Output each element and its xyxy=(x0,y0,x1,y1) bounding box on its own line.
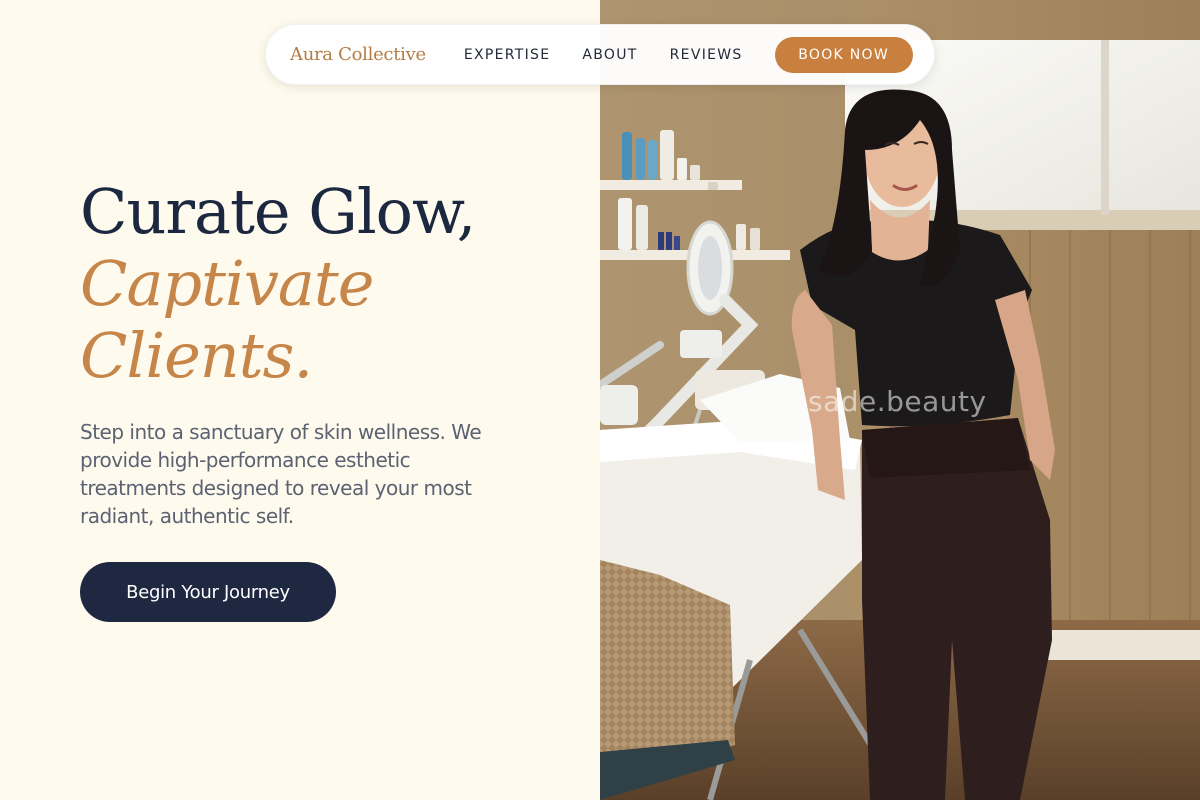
book-now-button[interactable]: BOOK NOW xyxy=(774,36,913,73)
headline-line-2: Captivate xyxy=(80,247,374,320)
nav-link-reviews[interactable]: REVIEWS xyxy=(670,47,743,63)
headline-line-1: Curate Glow, xyxy=(80,175,476,248)
begin-journey-button[interactable]: Begin Your Journey xyxy=(80,562,336,622)
headline-line-3: Clients. xyxy=(80,319,313,392)
hero-headline: Curate Glow, Captivate Clients. xyxy=(80,176,580,392)
brand-logo[interactable]: Aura Collective xyxy=(290,44,426,65)
photo-watermark: sade.beauty xyxy=(808,385,987,418)
nav-link-about[interactable]: ABOUT xyxy=(582,47,637,63)
hero-section: Curate Glow, Captivate Clients. Step int… xyxy=(0,0,600,800)
landing-page: Curate Glow, Captivate Clients. Step int… xyxy=(0,0,1200,800)
hero-photo: sade.beauty xyxy=(600,0,1200,800)
hero-intro-text: Step into a sanctuary of skin wellness. … xyxy=(80,420,482,528)
nav-link-expertise[interactable]: EXPERTISE xyxy=(464,47,551,63)
top-navigation: Aura Collective EXPERTISE ABOUT REVIEWS … xyxy=(265,24,935,85)
